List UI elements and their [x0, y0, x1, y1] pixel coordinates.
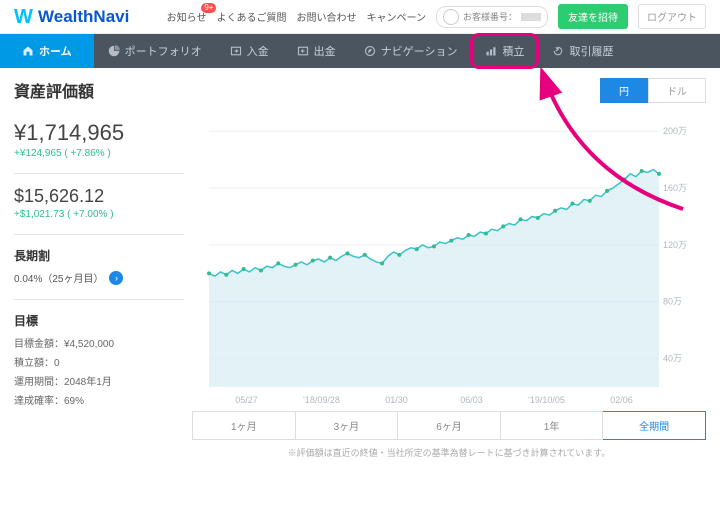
valuation-usd-delta: +$1,021.73 ( +7.00% )	[14, 209, 184, 220]
svg-text:200万: 200万	[663, 126, 687, 136]
range-6m[interactable]: 6ヶ月	[398, 411, 501, 440]
logout-button[interactable]: ログアウト	[638, 4, 706, 29]
svg-text:05/27: 05/27	[235, 395, 258, 405]
nav-withdraw[interactable]: 出金	[283, 34, 350, 68]
nav-portfolio[interactable]: ポートフォリオ	[94, 34, 216, 68]
range-all[interactable]: 全期間	[603, 411, 706, 440]
deposit-icon	[230, 45, 242, 57]
range-3m[interactable]: 3ヶ月	[296, 411, 399, 440]
invite-friend-button[interactable]: 友達を招待	[558, 4, 628, 29]
range-1y[interactable]: 1年	[501, 411, 604, 440]
svg-text:01/30: 01/30	[385, 395, 408, 405]
divider	[14, 299, 184, 300]
page-title: 資産評価額	[14, 78, 184, 102]
currency-tabs: 円 ドル	[192, 78, 706, 103]
compass-icon	[364, 45, 376, 57]
top-header: W WealthNavi お知らせ 9+ よくあるご質問 お問い合わせ キャンペ…	[0, 0, 720, 34]
chart-container: 40万 80万 120万 160万 200万 05/27 '18/09/28 01/30 06/…	[192, 107, 706, 407]
history-icon	[552, 45, 564, 57]
range-1m[interactable]: 1ヶ月	[192, 411, 296, 440]
withdraw-icon	[297, 45, 309, 57]
goal-title: 目標	[14, 312, 184, 329]
pie-chart-icon	[108, 45, 120, 57]
left-panel: 資産評価額 ¥1,714,965 +¥124,965 ( +7.86% ) $1…	[14, 78, 184, 459]
customer-number: お客様番号：	[436, 6, 548, 28]
svg-text:06/03: 06/03	[460, 395, 483, 405]
chart-footnote: ※評価額は直近の終値・当社所定の基準為替レートに基づき計算されています。	[192, 446, 706, 459]
range-tabs: 1ヶ月 3ヶ月 6ヶ月 1年 全期間	[192, 411, 706, 440]
divider	[14, 234, 184, 235]
nav-tsumitate[interactable]: 積立	[471, 34, 538, 68]
home-icon	[22, 45, 34, 57]
notice-link[interactable]: お知らせ 9+	[167, 9, 207, 24]
svg-text:160万: 160万	[663, 183, 687, 193]
valuation-chart: 40万 80万 120万 160万 200万 05/27 '18/09/28 01/30 06/…	[192, 107, 706, 407]
valuation-jpy: ¥1,714,965	[14, 120, 184, 146]
bars-icon	[485, 45, 497, 57]
main-content: 資産評価額 ¥1,714,965 +¥124,965 ( +7.86% ) $1…	[0, 68, 720, 467]
goal-list: 目標金額：¥4,520,000 積立額：0 運用期間：2048年1月 達成確率：…	[14, 335, 184, 407]
notice-badge: 9+	[201, 3, 216, 13]
divider	[14, 173, 184, 174]
longterm-rate-row[interactable]: 0.04%（25ヶ月目） ›	[14, 270, 184, 285]
svg-text:80万: 80万	[663, 297, 682, 307]
svg-text:'19/10/05: '19/10/05	[528, 395, 565, 405]
arrow-right-icon: ›	[109, 271, 123, 285]
customer-id-redacted	[521, 13, 541, 21]
svg-text:120万: 120万	[663, 240, 687, 250]
svg-text:02/06: 02/06	[610, 395, 633, 405]
wealthnavi-logo-icon: W	[14, 7, 34, 27]
brand-name: WealthNavi	[38, 7, 129, 27]
avatar-icon	[443, 9, 459, 25]
faq-link[interactable]: よくあるご質問	[216, 9, 286, 24]
nav-history[interactable]: 取引履歴	[538, 34, 627, 68]
nav-deposit[interactable]: 入金	[216, 34, 283, 68]
campaign-link[interactable]: キャンペーン	[366, 9, 426, 24]
longterm-title: 長期割	[14, 247, 184, 264]
valuation-usd: $15,626.12	[14, 186, 184, 207]
main-nav: ホーム ポートフォリオ 入金 出金 ナビゲーション 積立 取引履歴	[0, 34, 720, 68]
currency-tab-yen[interactable]: 円	[600, 78, 648, 103]
nav-home[interactable]: ホーム	[0, 34, 94, 68]
contact-link[interactable]: お問い合わせ	[296, 9, 356, 24]
svg-text:40万: 40万	[663, 354, 682, 364]
currency-tab-dollar[interactable]: ドル	[648, 78, 706, 103]
brand-logo[interactable]: W WealthNavi	[14, 7, 129, 27]
header-right: お知らせ 9+ よくあるご質問 お問い合わせ キャンペーン お客様番号： 友達を…	[167, 4, 706, 29]
right-panel: 円 ドル 40万 80万 120万 160万 200万 05/27 '18/09/28 01/…	[192, 78, 706, 459]
svg-text:'18/09/28: '18/09/28	[303, 395, 340, 405]
valuation-jpy-delta: +¥124,965 ( +7.86% )	[14, 148, 184, 159]
nav-navigation[interactable]: ナビゲーション	[350, 34, 472, 68]
